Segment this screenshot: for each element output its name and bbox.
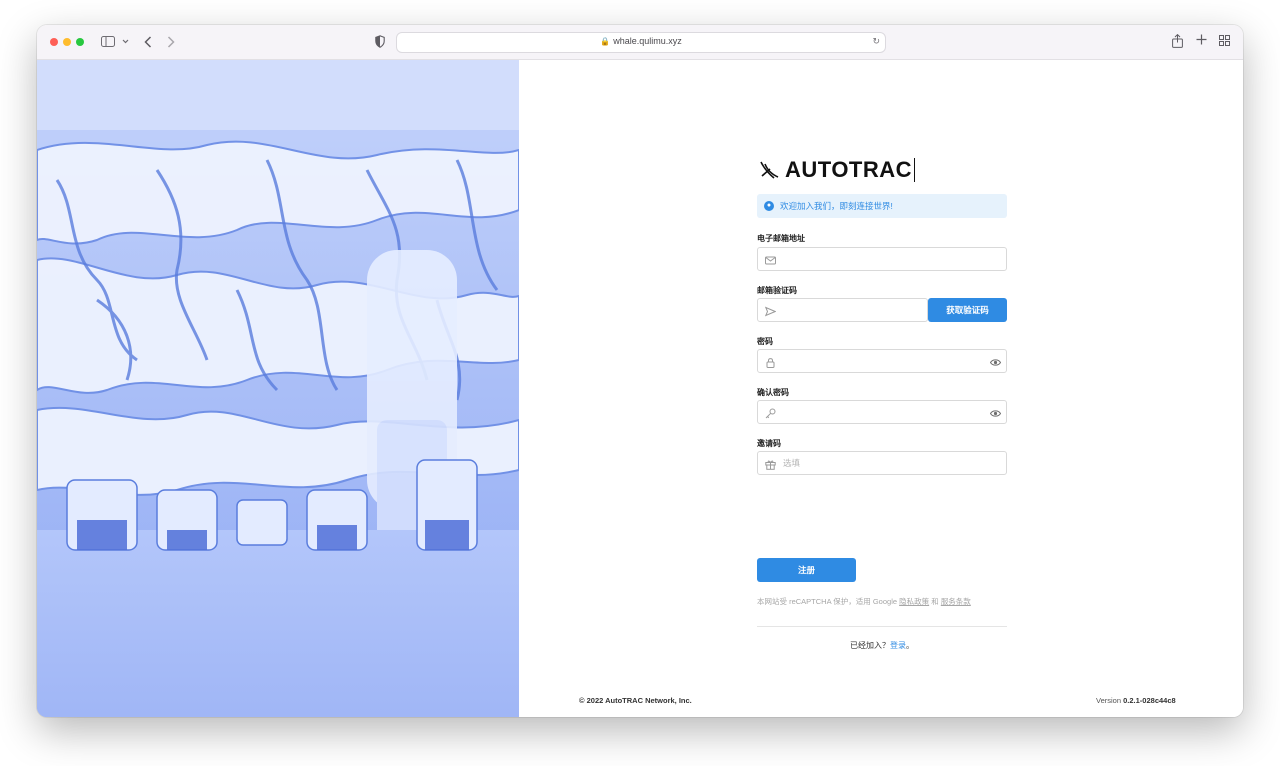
version-value: 0.2.1-028c44c8 (1123, 696, 1176, 705)
welcome-alert: ● 欢迎加入我们，即刻连接世界! (757, 194, 1007, 218)
autotrac-logo: AUTOTRAC (759, 157, 916, 183)
version-info: Version 0.2.1-028c44c8 (1096, 696, 1176, 705)
brand-name: AUTOTRAC (785, 157, 913, 182)
page-content: AUTOTRAC ● 欢迎加入我们，即刻连接世界! 电子邮箱地址 邮箱验证码 获… (37, 60, 1243, 717)
reload-icon[interactable]: ↻ (872, 36, 880, 47)
login-prompt-text: 已经加入？ (850, 641, 890, 650)
lock-icon (765, 355, 776, 368)
welcome-alert-text: 欢迎加入我们，即刻连接世界! (780, 201, 893, 211)
back-icon[interactable] (144, 36, 152, 48)
email-code-field[interactable] (757, 298, 928, 322)
text-caret (914, 158, 916, 182)
zoom-window-button[interactable] (76, 38, 84, 46)
password-field[interactable] (757, 349, 1007, 373)
close-window-button[interactable] (50, 38, 58, 46)
share-icon[interactable] (1172, 34, 1183, 48)
login-prompt-suffix: 。 (906, 641, 914, 650)
send-icon (764, 304, 777, 317)
invite-code-label: 邀请码 (757, 439, 781, 448)
lock-icon: 🔒 (600, 37, 611, 46)
invite-code-placeholder: 选填 (783, 458, 801, 468)
register-button[interactable]: 注册 (757, 558, 856, 582)
sidebar-icon[interactable] (101, 36, 115, 47)
hero-ice-hotel-image (37, 60, 519, 717)
terms-of-service-link[interactable]: 服务条款 (941, 597, 971, 606)
forward-icon[interactable] (167, 36, 175, 48)
recaptcha-notice: 本网站受 reCAPTCHA 保护，适用 Google 隐私政策 和 服务条款 (757, 596, 971, 607)
minimize-window-button[interactable] (63, 38, 71, 46)
autotrac-logo-icon (760, 161, 779, 179)
chevron-down-icon[interactable] (122, 37, 129, 45)
tab-overview-icon[interactable] (1219, 35, 1230, 46)
info-circle-icon: ● (764, 201, 774, 211)
address-bar[interactable]: 🔒 whale.qulimu.xyz ↻ (396, 32, 886, 53)
signup-pane: AUTOTRAC ● 欢迎加入我们，即刻连接世界! 电子邮箱地址 邮箱验证码 获… (519, 60, 1243, 717)
browser-window: 🔒 whale.qulimu.xyz ↻ AUTOTRAC ● 欢迎加入我们，即… (37, 25, 1243, 717)
login-prompt: 已经加入？登录。 (757, 640, 1007, 651)
email-label: 电子邮箱地址 (757, 234, 805, 243)
recaptcha-and-text: 和 (931, 597, 939, 606)
get-code-button[interactable]: 获取验证码 (928, 298, 1007, 322)
version-label: Version (1096, 696, 1122, 705)
copyright-text: © 2022 AutoTRAC Network, Inc. (579, 696, 692, 705)
privacy-shield-icon[interactable] (375, 35, 385, 48)
email-code-label: 邮箱验证码 (757, 286, 797, 295)
invite-code-field[interactable]: 选填 (757, 451, 1007, 475)
email-field[interactable] (757, 247, 1007, 271)
password-label: 密码 (757, 337, 773, 346)
recaptcha-notice-text: 本网站受 reCAPTCHA 保护，适用 Google (757, 597, 898, 606)
mail-icon (765, 253, 776, 265)
login-link[interactable]: 登录 (890, 641, 906, 650)
key-icon (765, 406, 776, 419)
eye-icon[interactable] (989, 406, 1002, 417)
divider (757, 626, 1007, 627)
browser-toolbar: 🔒 whale.qulimu.xyz ↻ (37, 25, 1243, 60)
privacy-policy-link[interactable]: 隐私政策 (899, 597, 929, 606)
new-tab-icon[interactable] (1196, 34, 1207, 45)
gift-icon (765, 457, 776, 470)
confirm-password-field[interactable] (757, 400, 1007, 424)
confirm-password-label: 确认密码 (757, 388, 789, 397)
eye-icon[interactable] (989, 355, 1002, 366)
url-text: whale.qulimu.xyz (613, 36, 682, 46)
